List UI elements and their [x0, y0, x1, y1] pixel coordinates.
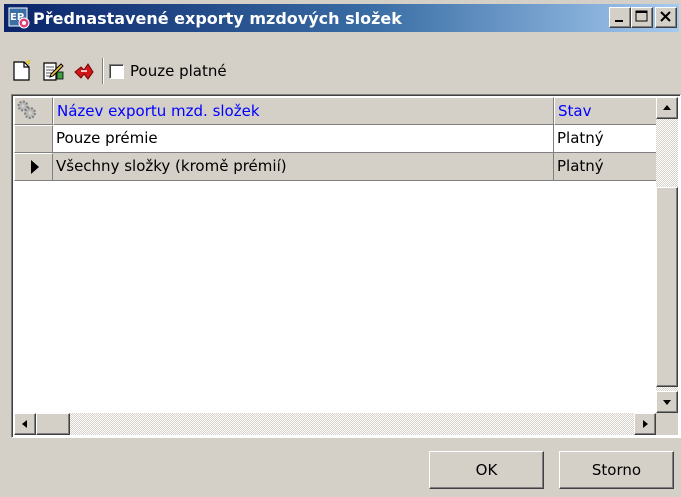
- vertical-scrollbar[interactable]: [656, 97, 678, 413]
- filter-valid-label[interactable]: Pouze platné: [130, 62, 227, 80]
- grid-corner-gears-icon[interactable]: [14, 97, 53, 125]
- scroll-left-button[interactable]: [14, 413, 36, 435]
- cell-name[interactable]: Všechny složky (kromě prémií): [53, 153, 554, 181]
- vertical-scroll-thumb[interactable]: [656, 187, 678, 387]
- edit-document-icon[interactable]: [42, 60, 64, 82]
- ok-button[interactable]: OK: [429, 451, 544, 489]
- scroll-up-button[interactable]: [656, 97, 678, 119]
- cancel-button[interactable]: Storno: [559, 451, 674, 489]
- new-document-icon[interactable]: [11, 59, 33, 82]
- toolbar: Pouze platné: [11, 56, 227, 86]
- maximize-button[interactable]: [631, 7, 653, 28]
- toolbar-separator: [102, 58, 104, 84]
- grid-header: Název exportu mzd. složek Stav: [14, 97, 660, 125]
- column-header-status[interactable]: Stav: [554, 97, 660, 125]
- minimize-button[interactable]: [609, 7, 631, 28]
- column-header-name[interactable]: Název exportu mzd. složek: [53, 97, 554, 125]
- scroll-down-button[interactable]: [656, 391, 678, 413]
- table-row[interactable]: Všechny složky (kromě prémií) Platný: [14, 153, 660, 181]
- title-bar[interactable]: EP Přednastavené exporty mzdových složek: [4, 4, 679, 32]
- horizontal-scroll-thumb[interactable]: [36, 413, 70, 435]
- close-button[interactable]: [655, 7, 677, 28]
- table-row[interactable]: Pouze prémie Platný: [14, 125, 660, 153]
- scroll-right-button[interactable]: [634, 413, 656, 435]
- filter-valid-checkbox[interactable]: [109, 63, 124, 79]
- delete-icon[interactable]: [73, 60, 95, 82]
- app-icon: EP: [8, 7, 30, 29]
- current-row-arrow-icon: [31, 160, 39, 174]
- title-buttons: [609, 7, 677, 28]
- row-indicator[interactable]: [14, 153, 53, 181]
- row-indicator[interactable]: [14, 125, 53, 153]
- window-title: Přednastavené exporty mzdových složek: [33, 8, 402, 28]
- cell-status[interactable]: Platný: [554, 125, 660, 153]
- dialog-window: EP Přednastavené exporty mzdových složek: [0, 0, 681, 497]
- horizontal-scrollbar[interactable]: [14, 413, 656, 435]
- scrollbar-corner: [656, 413, 678, 435]
- cell-status[interactable]: Platný: [554, 153, 660, 181]
- cell-name[interactable]: Pouze prémie: [53, 125, 554, 153]
- exports-grid[interactable]: Název exportu mzd. složek Stav Pouze pré…: [11, 94, 681, 438]
